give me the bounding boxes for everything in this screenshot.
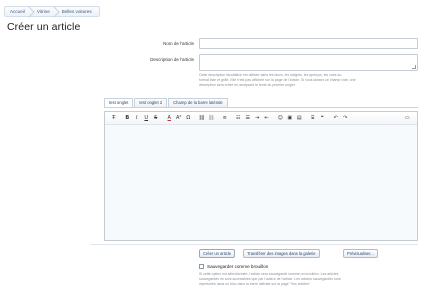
preview-button[interactable]: Prévisualiser...	[343, 249, 378, 258]
create-article-button[interactable]: Créer un article	[199, 249, 235, 258]
link-icon[interactable]: ⛓	[197, 112, 207, 125]
special-chars-icon[interactable]: Ω	[184, 112, 194, 125]
editor-content-area[interactable]	[105, 125, 417, 240]
breadcrumb-item-category[interactable]: Belles voitures	[57, 7, 99, 16]
breadcrumb: Accueil Vitrine Belles voitures	[4, 6, 100, 17]
draft-label[interactable]: Sauvegarder comme brouillon	[207, 264, 268, 269]
editor-toolbar: T̶ B I U S A A² Ω ⛓ ⛓ ≡ ☷ ☰ ⇥ ⇤ ☺ ▣ ▤ ⌸ …	[105, 112, 417, 125]
indent-icon[interactable]: ⇥	[253, 112, 263, 125]
italic-icon[interactable]: I	[132, 112, 142, 125]
description-textarea[interactable]	[199, 54, 418, 71]
text-color-icon[interactable]: A	[165, 112, 175, 125]
title-input[interactable]	[199, 38, 418, 49]
breadcrumb-item-vitrine[interactable]: Vitrine	[32, 7, 57, 16]
title-label: Nom de l'article	[163, 41, 194, 46]
underline-icon[interactable]: U	[142, 112, 152, 125]
transfer-images-button[interactable]: Transférer des images dans la galerie	[243, 249, 320, 258]
footer-divider	[90, 244, 418, 245]
bold-icon[interactable]: B	[123, 112, 133, 125]
image-icon[interactable]: ▣	[285, 112, 295, 125]
breadcrumb-item-home[interactable]: Accueil	[5, 7, 32, 16]
smiley-icon[interactable]: ☺	[276, 112, 286, 125]
bullet-list-icon[interactable]: ☷	[234, 112, 244, 125]
code-icon[interactable]: ⌸	[308, 112, 318, 125]
tab-sidebar-field[interactable]: Champ de la barre latérale	[168, 98, 228, 107]
media-icon[interactable]: ▤	[295, 112, 305, 125]
quote-icon[interactable]: ❝	[318, 112, 328, 125]
draft-hint: Si cette option est sélectionnée, l'arti…	[199, 272, 341, 286]
align-icon[interactable]: ≡	[220, 112, 230, 125]
numbered-list-icon[interactable]: ☰	[243, 112, 253, 125]
description-label: Description de l'article	[150, 57, 194, 62]
resize-handle-icon[interactable]	[412, 65, 416, 69]
page-title: Créer un article	[7, 21, 81, 33]
undo-icon[interactable]: ↶	[331, 112, 341, 125]
strikethrough-icon[interactable]: S	[151, 112, 161, 125]
source-icon[interactable]: ▭	[403, 112, 413, 125]
tab-test-onglet-2[interactable]: test onglet 2	[134, 98, 168, 107]
unlink-icon[interactable]: ⛓	[207, 112, 217, 125]
font-size-icon[interactable]: A²	[174, 112, 184, 125]
draft-checkbox[interactable]	[199, 264, 204, 269]
clear-format-icon[interactable]: T̶	[109, 112, 119, 125]
rich-text-editor: T̶ B I U S A A² Ω ⛓ ⛓ ≡ ☷ ☰ ⇥ ⇤ ☺ ▣ ▤ ⌸ …	[104, 111, 418, 241]
redo-icon[interactable]: ↷	[341, 112, 351, 125]
outdent-icon[interactable]: ⇤	[262, 112, 272, 125]
tab-divider	[104, 107, 418, 108]
description-hint: Cette description facultative est utilis…	[199, 73, 356, 87]
